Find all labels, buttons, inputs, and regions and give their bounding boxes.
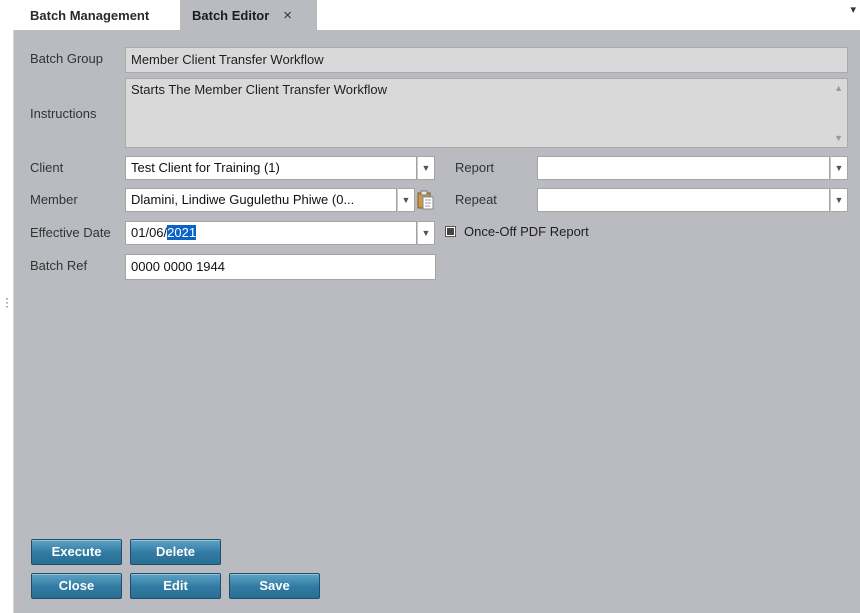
instructions-textarea[interactable]: Starts The Member Client Transfer Workfl… (125, 78, 848, 148)
checkbox-check-icon (447, 228, 454, 235)
close-button[interactable]: Close (31, 573, 122, 599)
chevron-down-icon[interactable]: ▼ (830, 156, 848, 180)
tab-label: Batch Editor (192, 7, 270, 23)
report-label: Report (455, 160, 495, 175)
delete-button[interactable]: Delete (130, 539, 221, 565)
report-combo[interactable] (537, 156, 830, 180)
clipboard-icon[interactable] (415, 189, 435, 211)
tab-batch-editor[interactable]: Batch Editor × (180, 0, 317, 30)
chevron-down-icon[interactable]: ▼ (397, 188, 415, 212)
date-selected-year: 2021 (167, 225, 197, 240)
member-combo[interactable]: Dlamini, Lindiwe Gugulethu Phiwe (0... (125, 188, 397, 212)
scroll-up-icon[interactable]: ▲ (834, 83, 843, 93)
repeat-label: Repeat (455, 192, 497, 207)
instructions-label: Instructions (30, 106, 97, 121)
once-off-pdf-label: Once-Off PDF Report (464, 224, 589, 239)
effective-date-label: Effective Date (30, 225, 111, 240)
splitter-grip-icon: · · · (5, 291, 9, 313)
batch-ref-input[interactable]: 0000 0000 1944 (125, 254, 436, 280)
edit-button[interactable]: Edit (130, 573, 221, 599)
repeat-combo[interactable] (537, 188, 830, 212)
execute-button[interactable]: Execute (31, 539, 122, 565)
member-label: Member (30, 192, 78, 207)
instructions-text: Starts The Member Client Transfer Workfl… (131, 82, 387, 97)
client-combo[interactable]: Test Client for Training (1) (125, 156, 417, 180)
tab-list-dropdown-icon[interactable]: ▾ (850, 3, 856, 16)
chevron-down-icon[interactable]: ▼ (417, 156, 435, 180)
date-prefix: 01/06/ (131, 225, 168, 240)
tab-label: Batch Management (30, 7, 150, 23)
batch-ref-label: Batch Ref (30, 258, 88, 273)
batch-group-label: Batch Group (30, 51, 103, 66)
chevron-down-icon[interactable]: ▼ (417, 221, 435, 245)
once-off-pdf-checkbox[interactable] (445, 226, 456, 237)
tab-strip: Batch Management Batch Editor × ▾ (0, 0, 860, 30)
close-icon[interactable]: × (283, 7, 292, 24)
save-button[interactable]: Save (229, 573, 320, 599)
left-panel-splitter[interactable]: · · · (0, 30, 14, 613)
client-label: Client (30, 160, 64, 175)
batch-group-field: Member Client Transfer Workflow (125, 47, 848, 73)
scroll-down-icon[interactable]: ▼ (834, 133, 843, 143)
tab-batch-management[interactable]: Batch Management (20, 0, 178, 30)
chevron-down-icon[interactable]: ▼ (830, 188, 848, 212)
effective-date-input[interactable]: 01/06/2021 (125, 221, 417, 245)
